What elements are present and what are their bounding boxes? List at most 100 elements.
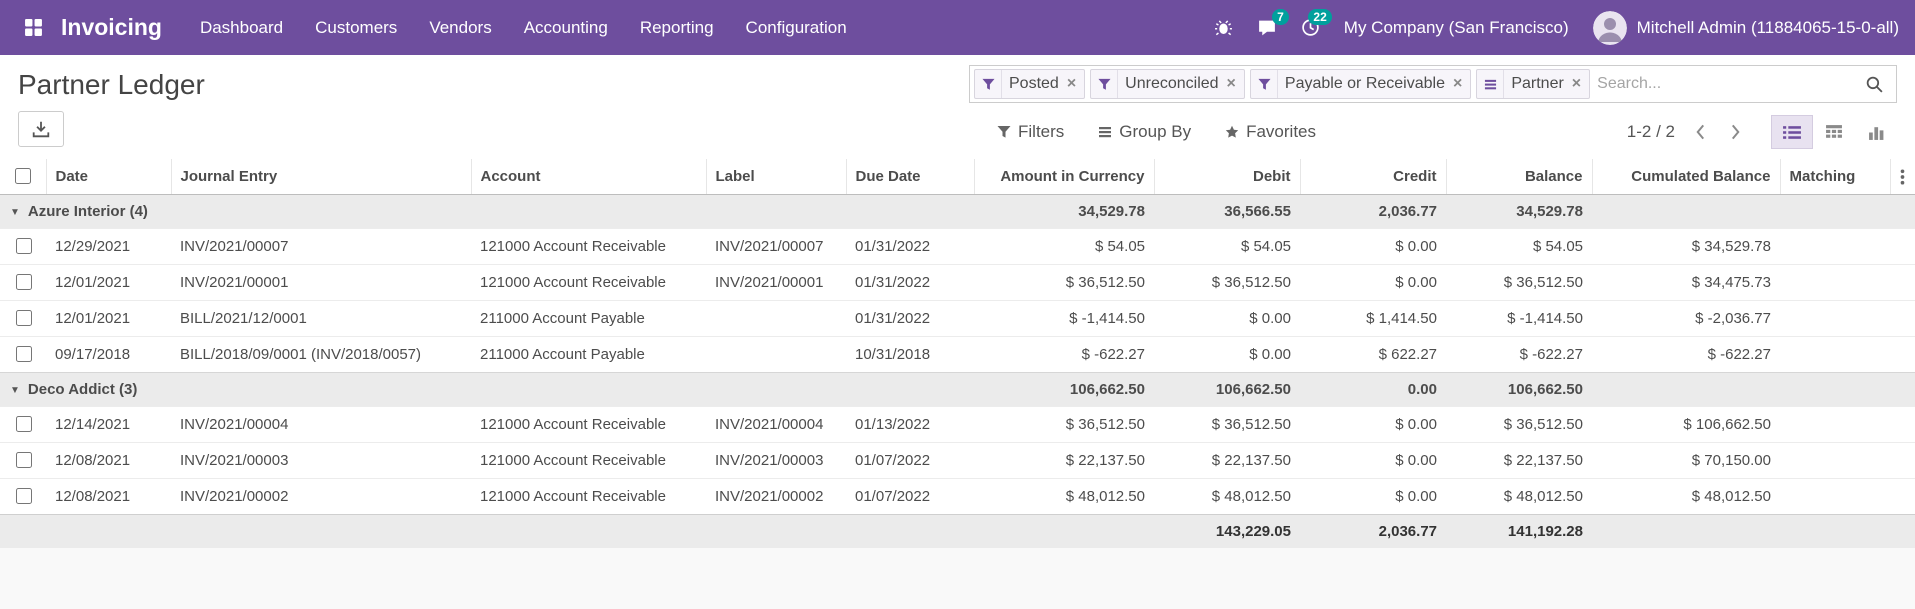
col-amount-in-currency[interactable]: Amount in Currency bbox=[973, 159, 1154, 195]
col-cumulated-balance[interactable]: Cumulated Balance bbox=[1591, 159, 1780, 195]
ledger-row[interactable]: 12/01/2021 BILL/2021/12/0001 211000 Acco… bbox=[0, 300, 1915, 337]
cell-label: INV/2021/00001 bbox=[706, 264, 846, 301]
cell-amount-currency: $ 48,012.50 bbox=[974, 478, 1154, 515]
search-input[interactable] bbox=[1595, 74, 1856, 94]
favorites-button[interactable]: Favorites bbox=[1225, 122, 1316, 142]
filters-label: Filters bbox=[1018, 122, 1065, 141]
ledger-row[interactable]: 12/29/2021 INV/2021/00007 121000 Account… bbox=[0, 228, 1915, 265]
pager-previous-icon[interactable] bbox=[1691, 123, 1710, 141]
ledger-row[interactable]: 12/08/2021 INV/2021/00002 121000 Account… bbox=[0, 478, 1915, 515]
menu-dashboard[interactable]: Dashboard bbox=[184, 0, 299, 55]
cell-account: 121000 Account Receivable bbox=[471, 442, 706, 479]
row-checkbox[interactable] bbox=[15, 346, 32, 362]
cell-label: INV/2021/00004 bbox=[706, 406, 846, 443]
facet-remove-icon[interactable]: × bbox=[1568, 75, 1589, 93]
cell-journal-entry: BILL/2018/09/0001 (INV/2018/0057) bbox=[171, 336, 471, 373]
search-bar: Posted × Unreconciled × Payable or Recei… bbox=[969, 65, 1897, 103]
cell-credit: $ 0.00 bbox=[1300, 478, 1446, 515]
cell-credit: $ 1,414.50 bbox=[1300, 300, 1446, 337]
optional-columns-toggle-icon[interactable] bbox=[1893, 168, 1914, 185]
col-due-date[interactable]: Due Date bbox=[845, 159, 974, 195]
col-label[interactable]: Label bbox=[705, 159, 846, 195]
menu-customers[interactable]: Customers bbox=[299, 0, 413, 55]
graph-view-button[interactable] bbox=[1855, 115, 1897, 149]
cell-label: INV/2021/00007 bbox=[706, 228, 846, 265]
menu-accounting[interactable]: Accounting bbox=[508, 0, 624, 55]
select-all-checkbox[interactable] bbox=[15, 168, 32, 184]
facet-label: Posted bbox=[1009, 75, 1059, 92]
cell-debit: $ 36,512.50 bbox=[1154, 406, 1300, 443]
col-account[interactable]: Account bbox=[470, 159, 706, 195]
group-row-azure-interior[interactable]: ▼ Azure Interior (4) 34,529.78 36,566.55 … bbox=[0, 194, 1915, 229]
debug-bug-icon[interactable] bbox=[1214, 18, 1233, 37]
facet-remove-icon[interactable]: × bbox=[1449, 75, 1470, 93]
col-balance[interactable]: Balance bbox=[1445, 159, 1592, 195]
col-credit[interactable]: Credit bbox=[1299, 159, 1446, 195]
pager-next-icon[interactable] bbox=[1726, 123, 1745, 141]
col-debit[interactable]: Debit bbox=[1153, 159, 1300, 195]
row-checkbox[interactable] bbox=[15, 310, 32, 326]
menu-reporting[interactable]: Reporting bbox=[624, 0, 730, 55]
cell-balance: $ 54.05 bbox=[1446, 228, 1592, 265]
cell-matching bbox=[1780, 478, 1890, 515]
apps-menu-icon[interactable] bbox=[16, 18, 51, 37]
app-title[interactable]: Invoicing bbox=[61, 14, 162, 41]
pivot-view-icon bbox=[1826, 124, 1842, 138]
totals-row: 143,229.05 2,036.77 141,192.28 bbox=[0, 514, 1915, 548]
ledger-row[interactable]: 12/01/2021 INV/2021/00001 121000 Account… bbox=[0, 264, 1915, 301]
row-checkbox[interactable] bbox=[15, 274, 32, 290]
group-row-deco-addict[interactable]: ▼ Deco Addict (3) 106,662.50 106,662.50 0… bbox=[0, 372, 1915, 407]
row-checkbox[interactable] bbox=[15, 416, 32, 432]
filters-button[interactable]: Filters bbox=[997, 122, 1064, 142]
search-icon[interactable] bbox=[1861, 75, 1888, 94]
cell-date: 12/29/2021 bbox=[46, 228, 171, 265]
export-button[interactable] bbox=[18, 111, 64, 147]
col-matching[interactable]: Matching bbox=[1779, 159, 1890, 195]
cell-label: INV/2021/00002 bbox=[706, 478, 846, 515]
filter-icon bbox=[997, 125, 1011, 139]
row-checkbox[interactable] bbox=[15, 488, 32, 504]
activities-clock-icon[interactable]: 22 bbox=[1301, 9, 1332, 37]
row-checkbox[interactable] bbox=[15, 452, 32, 468]
caret-down-icon: ▼ bbox=[10, 385, 20, 396]
row-checkbox[interactable] bbox=[15, 238, 32, 254]
group-by-button[interactable]: Group By bbox=[1098, 122, 1191, 142]
cell-amount-currency: $ -1,414.50 bbox=[974, 300, 1154, 337]
col-journal-entry[interactable]: Journal Entry bbox=[170, 159, 471, 195]
total-credit: 2,036.77 bbox=[1300, 514, 1446, 548]
col-date[interactable]: Date bbox=[45, 159, 171, 195]
cell-balance: $ 48,012.50 bbox=[1446, 478, 1592, 515]
user-menu[interactable]: Mitchell Admin (11884065-15-0-all) bbox=[1592, 10, 1899, 45]
user-avatar[interactable] bbox=[1592, 10, 1627, 45]
cell-cumulated-balance: $ -622.27 bbox=[1592, 336, 1780, 373]
list-view-button[interactable] bbox=[1771, 115, 1813, 149]
facet-remove-icon[interactable]: × bbox=[1063, 75, 1084, 93]
cell-label bbox=[706, 336, 846, 373]
pivot-view-button[interactable] bbox=[1813, 115, 1855, 149]
facet-remove-icon[interactable]: × bbox=[1223, 75, 1244, 93]
cell-debit: $ 54.05 bbox=[1154, 228, 1300, 265]
company-switcher[interactable]: My Company (San Francisco) bbox=[1344, 18, 1569, 38]
download-icon bbox=[32, 121, 50, 138]
cell-credit: $ 0.00 bbox=[1300, 264, 1446, 301]
view-switcher bbox=[1771, 115, 1897, 149]
group-credit: 2,036.77 bbox=[1300, 194, 1446, 229]
cell-date: 12/01/2021 bbox=[46, 264, 171, 301]
cell-amount-currency: $ 54.05 bbox=[974, 228, 1154, 265]
top-navbar: Invoicing Dashboard Customers Vendors Ac… bbox=[0, 0, 1915, 55]
menu-configuration[interactable]: Configuration bbox=[730, 0, 863, 55]
menu-vendors[interactable]: Vendors bbox=[413, 0, 507, 55]
ledger-row[interactable]: 12/14/2021 INV/2021/00004 121000 Account… bbox=[0, 406, 1915, 443]
group-debit: 106,662.50 bbox=[1154, 372, 1300, 407]
filter-icon bbox=[1251, 70, 1278, 98]
ledger-row[interactable]: 09/17/2018 BILL/2018/09/0001 (INV/2018/0… bbox=[0, 336, 1915, 373]
group-balance: 106,662.50 bbox=[1446, 372, 1592, 407]
facet-payable-or-receivable: Payable or Receivable × bbox=[1249, 69, 1472, 99]
filter-icon bbox=[1091, 70, 1119, 98]
pager-value[interactable]: 1-2 / 2 bbox=[1627, 122, 1675, 142]
cell-due-date: 01/07/2022 bbox=[846, 478, 974, 515]
list-view-icon bbox=[1783, 125, 1801, 139]
cell-debit: $ 0.00 bbox=[1154, 336, 1300, 373]
ledger-row[interactable]: 12/08/2021 INV/2021/00003 121000 Account… bbox=[0, 442, 1915, 479]
messages-icon[interactable]: 7 bbox=[1257, 9, 1289, 37]
